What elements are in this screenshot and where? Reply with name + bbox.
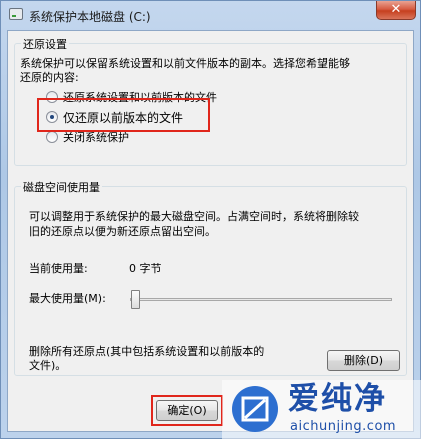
- current-usage-value: 0 字节: [129, 262, 162, 275]
- highlight-box-ok: [151, 395, 223, 426]
- watermark-url: aichunjing.com: [290, 419, 397, 434]
- aichunjing-logo-icon: [232, 386, 278, 432]
- highlight-box-option: [37, 98, 210, 132]
- dialog-content: 还原设置 系统保护可以保留系统设置和以前文件版本的副本。选择您希望能够 还原的内…: [7, 30, 414, 432]
- disk-usage-description-line2: 旧的还原点以便为新还原点留出空间。: [29, 225, 216, 238]
- restore-settings-description-line2: 还原的内容:: [20, 71, 79, 84]
- close-button[interactable]: ✕: [376, 1, 416, 20]
- title-bar[interactable]: 系统保护本地磁盘 (C:) ✕: [1, 1, 421, 29]
- restore-settings-title: 还原设置: [21, 36, 69, 52]
- radio-button[interactable]: [46, 131, 58, 143]
- window-title: 系统保护本地磁盘 (C:): [29, 10, 151, 24]
- max-usage-label: 最大使用量(M):: [29, 292, 106, 305]
- max-usage-slider[interactable]: [130, 290, 392, 309]
- disk-usage-title: 磁盘空间使用量: [21, 179, 102, 195]
- delete-button[interactable]: 删除(D): [327, 350, 400, 371]
- close-icon: ✕: [390, 2, 402, 17]
- delete-description-line2: 文件)。: [29, 359, 67, 372]
- disk-usage-description-line1: 可以调整用于系统保护的最大磁盘空间。占满空间时，系统将删除较: [29, 210, 359, 223]
- slider-thumb[interactable]: [131, 290, 140, 309]
- drive-icon: [9, 8, 23, 20]
- disk-usage-group: 磁盘空间使用量 可以调整用于系统保护的最大磁盘空间。占满空间时，系统将删除较 旧…: [14, 179, 407, 376]
- watermark-title: 爱纯净: [288, 381, 387, 417]
- watermark: 爱纯净 aichunjing.com: [222, 380, 421, 439]
- current-usage-label: 当前使用量:: [29, 262, 88, 275]
- dialog-window: 系统保护本地磁盘 (C:) ✕ 还原设置 系统保护可以保留系统设置和以前文件版本…: [0, 0, 421, 439]
